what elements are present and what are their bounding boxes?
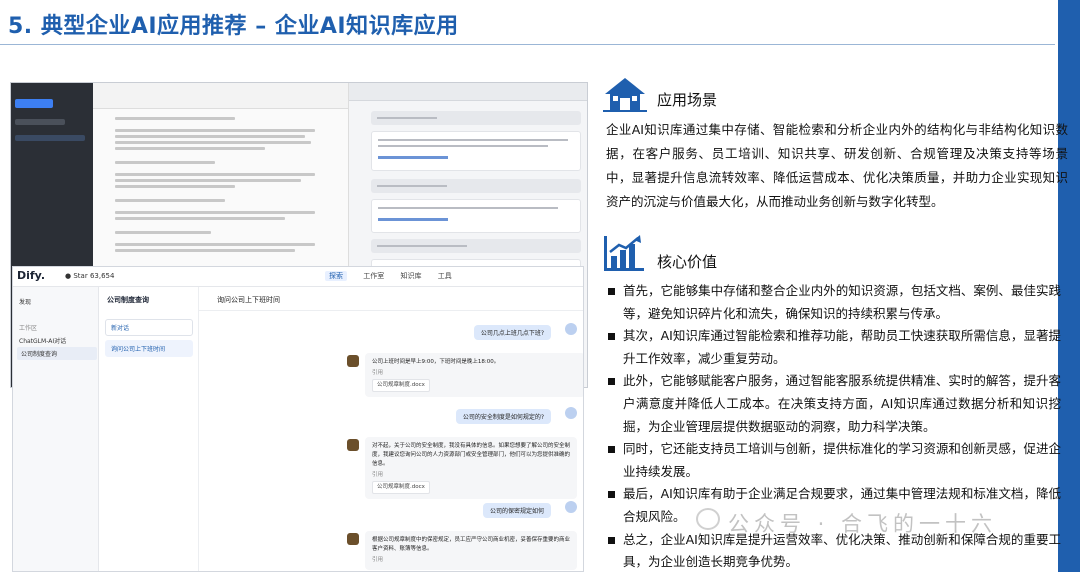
back-answer-bubble [371,131,581,171]
user-message: 公司的安全制度是如何规定的? [455,409,551,424]
scenario-paragraph: 企业AI知识库通过集中存储、智能检索和分析企业内外的结构化与非结构化知识数据，在… [606,122,1068,209]
chat-header: 询问公司上下班时间 [199,287,583,311]
list-item: 同时，它还能支持员工培训与创新，提供标准化的学习资源和创新灵感，促进企业持续发展… [606,438,1061,483]
citation-file[interactable]: 公司规章制度.docx [372,379,430,392]
bar-chart-icon [604,235,644,271]
conversation-item[interactable]: 询问公司上下班时间 [105,340,193,357]
doc-line [115,135,305,138]
doc-line [115,117,235,120]
bot-avatar [347,439,359,451]
doc-line [115,211,315,214]
user-avatar [565,501,577,513]
bot-avatar [347,533,359,545]
title-divider [0,44,1058,45]
tab-knowledge[interactable]: 知识库 [400,272,421,280]
doc-line [115,249,295,252]
edge-accent-bar [1055,0,1080,572]
tab-explore[interactable]: 探索 [325,271,347,281]
chat-title: 询问公司上下班时间 [217,296,280,304]
watermark-text: 公众号 · 合飞的一十六 [728,512,998,536]
doc-line [115,217,285,220]
bot-message: 公司上班时间是早上9:00，下班时间是晚上18:00。 引用 公司规章制度.do… [365,353,583,397]
back-upload-button [15,99,53,108]
dify-logo: Dify. [17,269,46,282]
dify-conversation-list: 公司制度查询 新对话 询问公司上下班时间 [99,287,199,571]
list-item: 其次，AI知识库通过智能检索和推荐功能，帮助员工快速获取所需信息，显著提升工作效… [606,325,1061,370]
dify-chat-screenshot: Dify. ● Star 63,654 探索 工作室 知识库 工具 发现 工作区… [12,266,584,572]
back-question-bubble [371,111,581,125]
scenario-heading: 应用场景 [657,91,718,109]
back-question-bubble [371,239,581,253]
doc-line [115,173,315,176]
doc-line [115,243,315,246]
tab-studio[interactable]: 工作室 [363,272,384,280]
dify-topbar: Dify. ● Star 63,654 探索 工作室 知识库 工具 [13,267,583,287]
list-item: 此外，它能够赋能客户服务，通过智能客服系统提供精准、实时的解答，提升客户满意度并… [606,370,1061,438]
doc-line [115,147,265,150]
doc-line [115,129,315,132]
new-chat-button[interactable]: 新对话 [105,319,193,336]
house-icon [603,78,647,112]
back-sidebar-row [15,119,65,125]
dify-sidebar: 发现 工作区 ChatGLM-AI对话 公司制度查询 [13,287,99,571]
bullet-square-icon [608,378,615,386]
back-doc-toolbar [93,83,348,109]
user-avatar [565,407,577,419]
bot-message: 根据公司规章制度中的保密规定，员工应严守公司商业机密，妥善保存重要的商业客户资料… [365,531,577,570]
user-avatar [565,323,577,335]
github-icon: ● [65,272,72,280]
sidebar-app-policy[interactable]: 公司制度查询 [17,347,97,360]
slide-title: 5. 典型企业AI应用推荐 – 企业AI知识库应用 [8,14,459,39]
github-star-badge: ● Star 63,654 [65,272,115,280]
app-title: 公司制度查询 [107,296,149,304]
bot-avatar [347,355,359,367]
doc-line [115,141,311,144]
back-answer-bubble [371,199,581,233]
back-sidebar-row [15,135,85,141]
bullet-square-icon [608,333,615,341]
user-message: 公司的保密规定如何 [482,503,551,518]
bullet-square-icon [608,491,615,499]
sidebar-app-chatglm[interactable]: ChatGLM-AI对话 [19,336,66,345]
doc-line [115,199,225,202]
doc-line [115,161,215,164]
doc-line [115,231,211,234]
list-item: 首先，它能够集中存储和整合企业内外的知识资源，包括文档、案例、最佳实践等，避免知… [606,280,1061,325]
tab-tools[interactable]: 工具 [438,272,452,280]
doc-line [115,185,235,188]
dify-nav-tabs: 探索 工作室 知识库 工具 [325,271,466,281]
bullet-square-icon [608,446,615,454]
wechat-watermark-icon [696,508,720,530]
back-chat-tabbar [349,83,587,101]
sidebar-workspace-label: 工作区 [19,325,38,332]
sidebar-discover[interactable]: 发现 [19,297,31,306]
dify-chat-main: 询问公司上下班时间 公司几点上班几点下班? 公司上班时间是早上9:00，下班时间… [199,287,583,571]
value-heading: 核心价值 [657,253,718,271]
doc-line [115,179,301,182]
citation-file[interactable]: 公司规章制度.docx [372,481,430,494]
bullet-square-icon [608,288,615,295]
bot-message: 对不起，关于公司的安全制度，我没有具体的信息。如果您想要了解公司的安全制度，我建… [365,437,577,499]
back-question-bubble [371,179,581,193]
bullet-square-icon [608,536,615,544]
user-message: 公司几点上班几点下班? [473,325,551,340]
